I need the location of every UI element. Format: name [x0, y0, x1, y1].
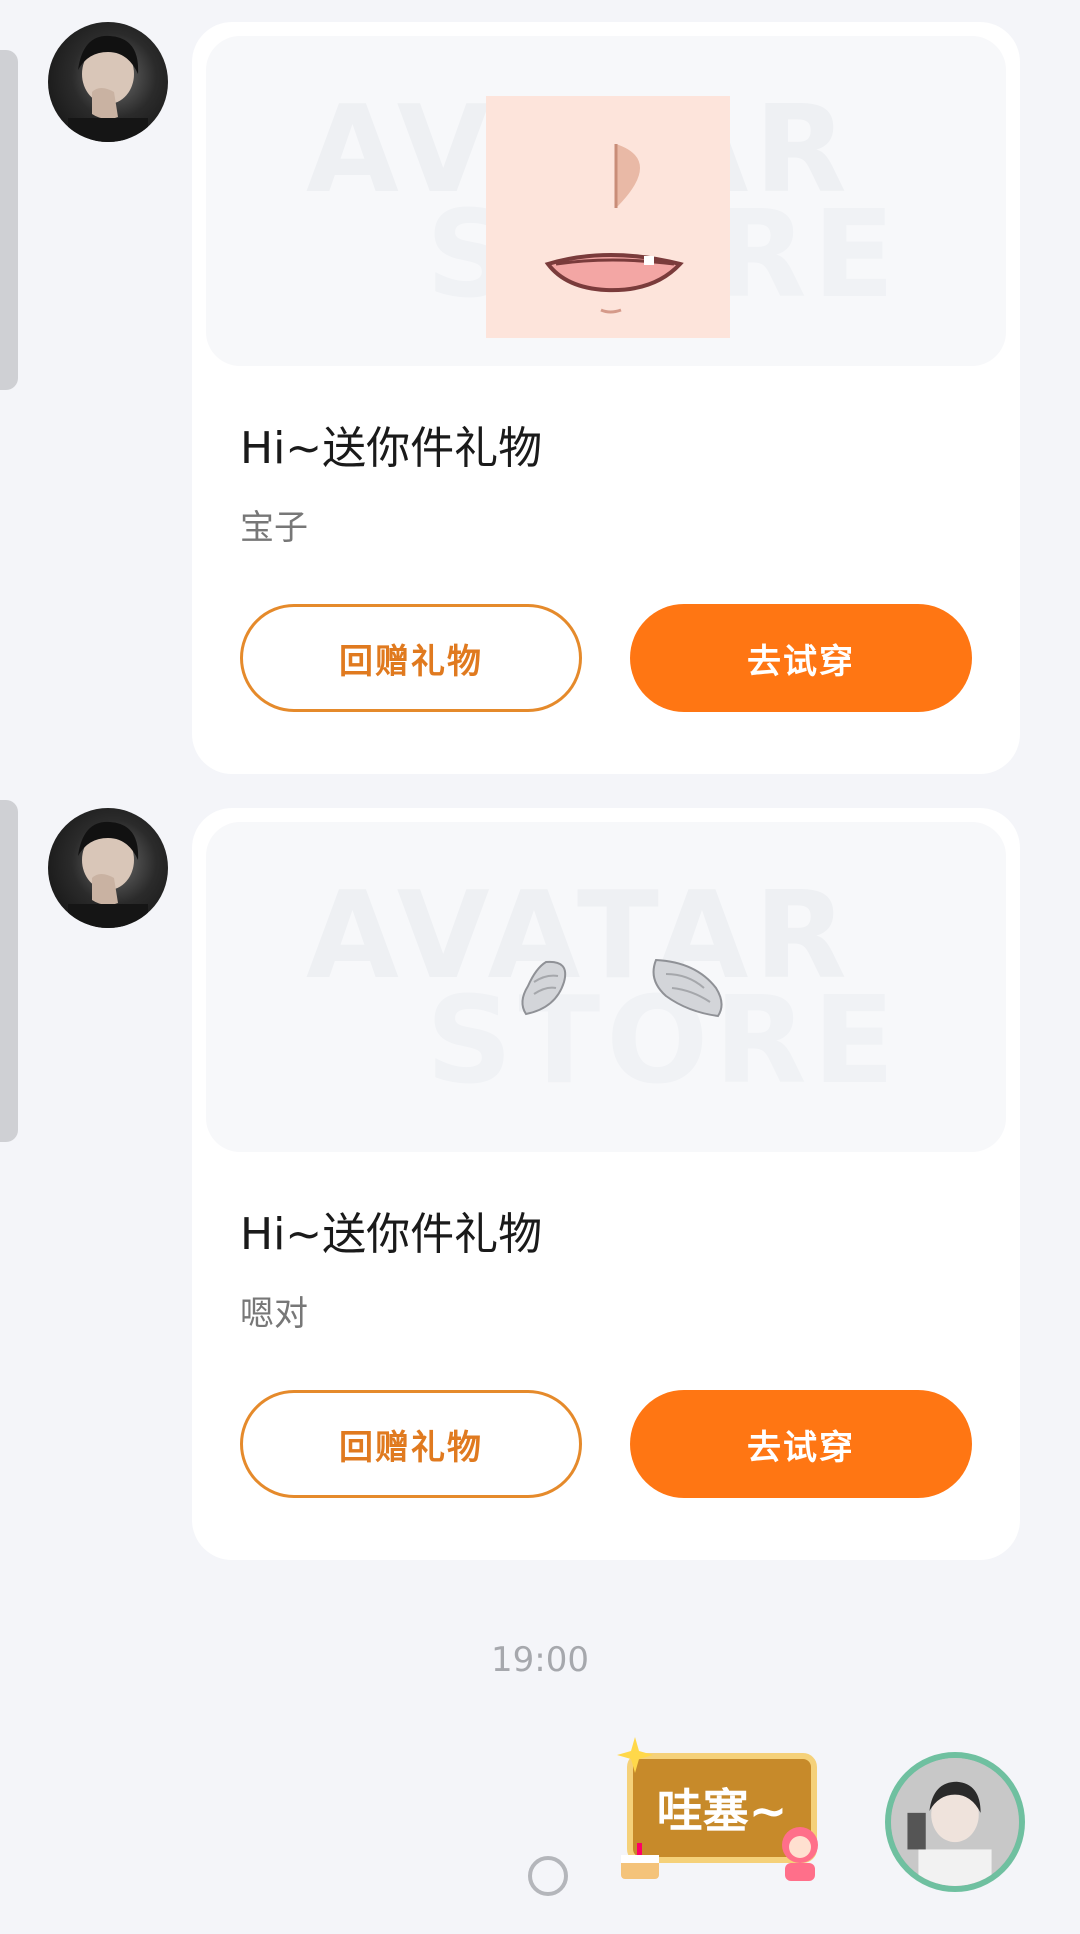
home-button[interactable]: [528, 1856, 568, 1896]
chat-screen: AVATAR STORE Hi~送你件礼物 宝子 回赠礼物 去试穿: [0, 0, 1080, 1934]
message-timestamp: 19:00: [491, 1640, 589, 1680]
mouth-face-icon: [486, 96, 730, 338]
card-title: Hi~送你件礼物: [240, 423, 543, 474]
sparkle-icon: [617, 1737, 653, 1773]
sticker-message[interactable]: 哇塞~: [615, 1735, 855, 1885]
sender-avatar[interactable]: [48, 808, 168, 928]
card-subtitle: 嗯对: [240, 1294, 308, 1334]
side-edge-handle[interactable]: [0, 800, 18, 1142]
card-subtitle: 宝子: [240, 508, 308, 548]
character-icon: [782, 1827, 818, 1881]
cake-icon: [621, 1843, 659, 1879]
gift-message-card[interactable]: AVATAR STORE Hi~送你件礼物 嗯对 回赠礼物 去试穿: [192, 808, 1020, 1560]
wings-icon: [521, 958, 723, 1018]
sender-avatar[interactable]: [48, 22, 168, 142]
person-photo-icon: [68, 821, 148, 928]
gift-preview: AVATAR STORE: [206, 822, 1006, 1152]
my-avatar[interactable]: [885, 1752, 1025, 1892]
person-photo-icon: [68, 35, 148, 142]
card-title: Hi~送你件礼物: [240, 1209, 543, 1260]
return-gift-button[interactable]: 回赠礼物: [240, 604, 582, 712]
gift-message-card[interactable]: AVATAR STORE Hi~送你件礼物 宝子 回赠礼物 去试穿: [192, 22, 1020, 774]
try-on-button[interactable]: 去试穿: [630, 604, 972, 712]
person-photo-icon: [891, 1758, 1019, 1886]
try-on-button[interactable]: 去试穿: [630, 1390, 972, 1498]
gift-preview: AVATAR STORE: [206, 36, 1006, 366]
return-gift-button[interactable]: 回赠礼物: [240, 1390, 582, 1498]
side-edge-handle[interactable]: [0, 50, 18, 390]
